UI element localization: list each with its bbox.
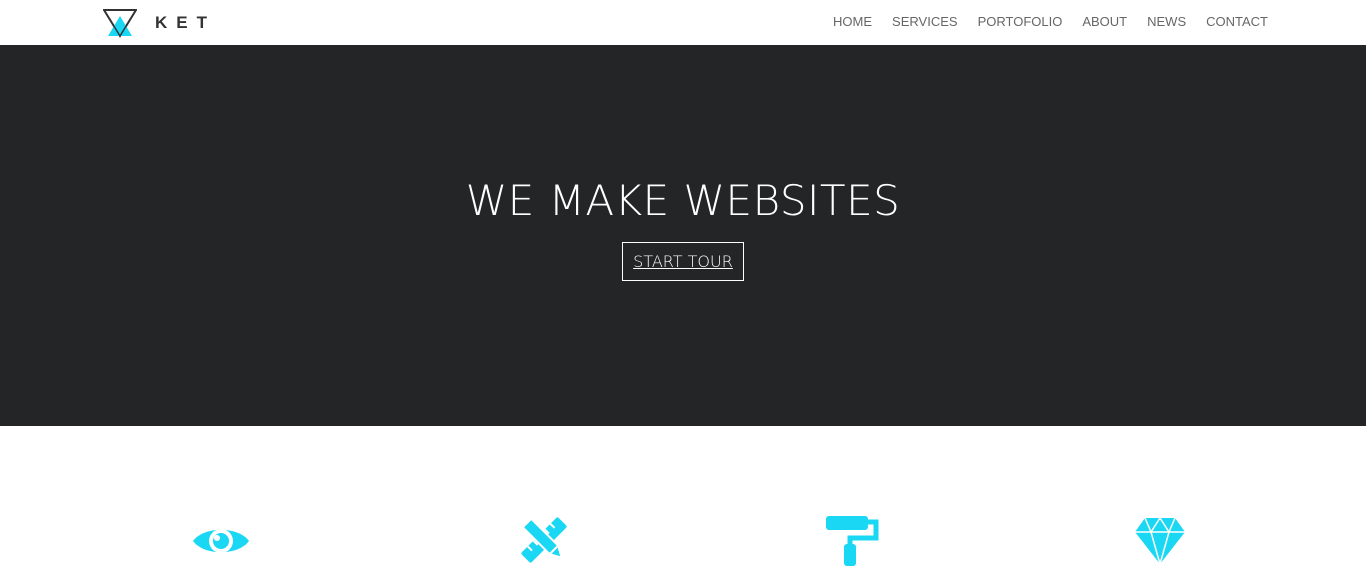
pencil-ruler-icon (521, 517, 567, 563)
logo-icon (103, 9, 137, 38)
nav-home[interactable]: HOME (833, 13, 872, 31)
hero-section: WE MAKE WEBSITES START TOUR (0, 45, 1366, 426)
start-tour-button[interactable]: START TOUR (622, 242, 744, 281)
paint-roller-icon (826, 516, 879, 566)
nav-portofolio[interactable]: PORTOFOLIO (978, 13, 1063, 31)
hero-title: WE MAKE WEBSITES (465, 176, 901, 225)
nav-contact[interactable]: CONTACT (1206, 13, 1268, 31)
logo-text: KET (155, 13, 216, 32)
navbar: KET HOME SERVICES PORTOFOLIO ABOUT NEWS … (0, 0, 1366, 45)
nav-about[interactable]: ABOUT (1082, 13, 1127, 31)
nav-news[interactable]: NEWS (1147, 13, 1186, 31)
nav-services[interactable]: SERVICES (892, 13, 958, 31)
eye-icon (193, 529, 249, 553)
logo[interactable]: KET (103, 7, 223, 39)
diamond-icon (1135, 516, 1185, 567)
main-nav: HOME SERVICES PORTOFOLIO ABOUT NEWS CONT… (813, 13, 1268, 31)
